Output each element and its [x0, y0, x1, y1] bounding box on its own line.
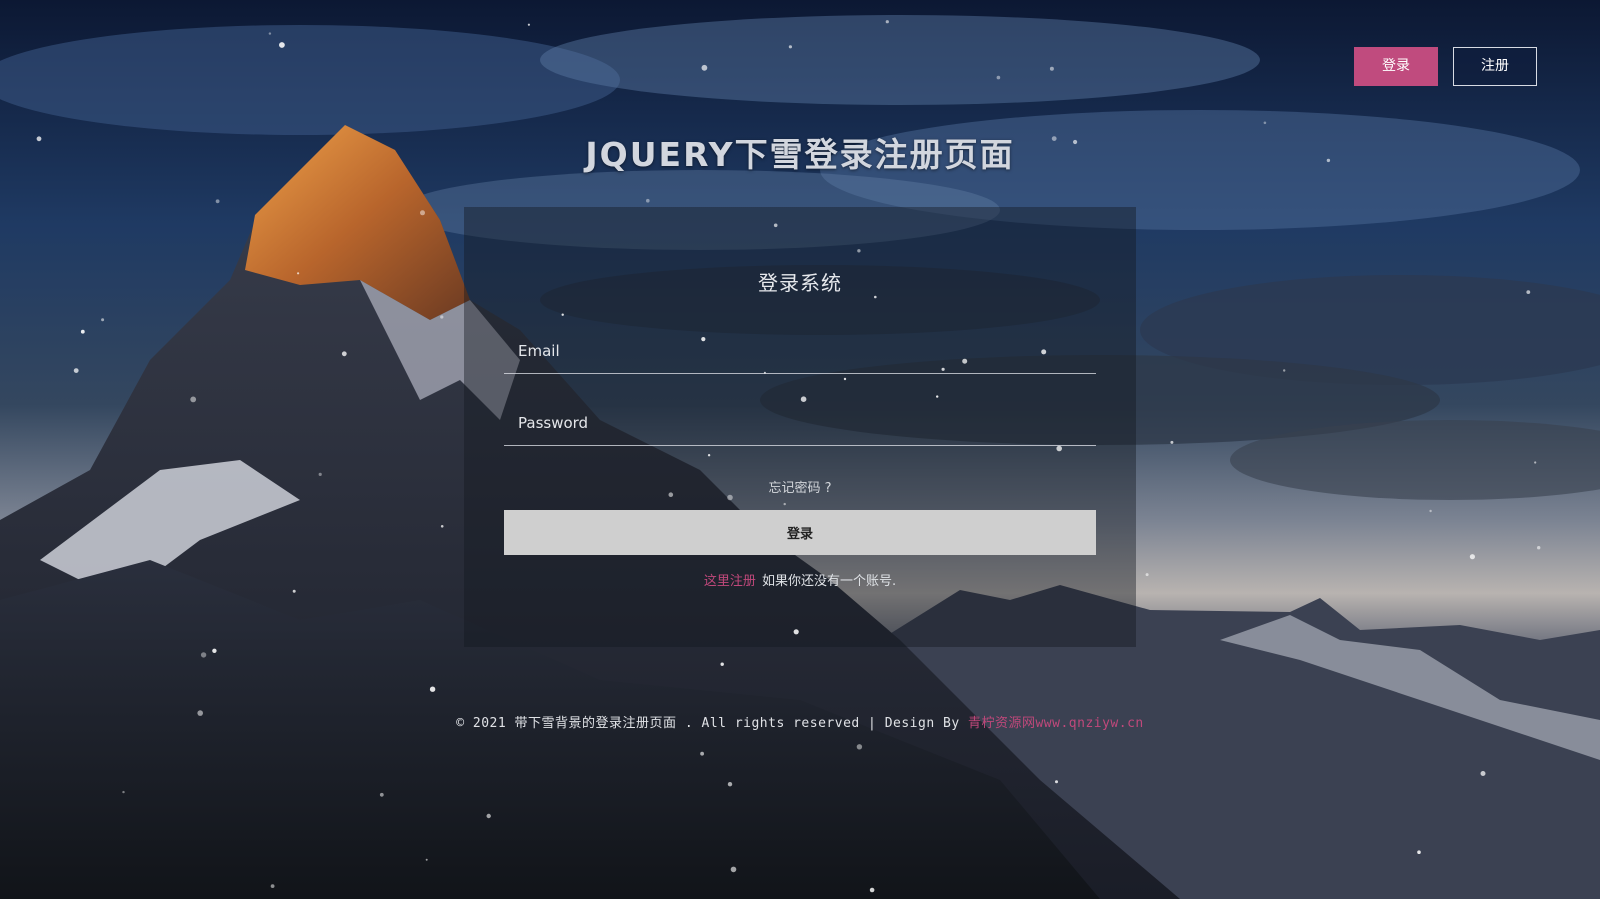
signup-link[interactable]: 这里注册 [704, 574, 756, 589]
footer-credit-link[interactable]: 青柠资源网www.qnziyw.cn [968, 716, 1144, 731]
forgot-password-link[interactable]: 忘记密码 ? [464, 477, 1136, 496]
signup-prompt: 这里注册 如果你还没有一个账号. [464, 570, 1136, 589]
email-field-wrapper [504, 331, 1096, 374]
header-login-button[interactable]: 登录 [1354, 47, 1438, 86]
email-field[interactable] [504, 331, 1096, 371]
login-submit-button[interactable]: 登录 [504, 510, 1096, 555]
signup-text: 如果你还没有一个账号. [761, 574, 897, 589]
header-register-button[interactable]: 注册 [1453, 47, 1537, 86]
login-heading: 登录系统 [758, 271, 842, 295]
login-card: 登录系统 忘记密码 ? 登录 这里注册如果你还没有一个账号. [464, 207, 1136, 647]
password-field[interactable] [504, 403, 1096, 443]
page-title: JQUERY下雪登录注册页面 [585, 135, 1015, 174]
footer: © 2021 带下雪背景的登录注册页面 . All rights reserve… [0, 712, 1600, 731]
footer-copyright: © 2021 带下雪背景的登录注册页面 . All rights reserve… [456, 716, 960, 731]
password-field-wrapper [504, 403, 1096, 446]
